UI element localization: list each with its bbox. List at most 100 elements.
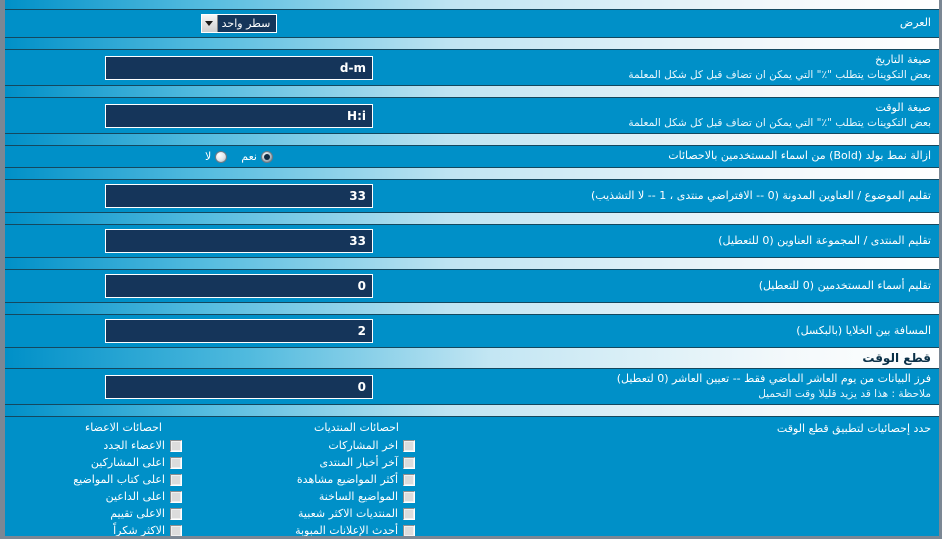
row-time-format-label: صيغة الوقت: [875, 101, 931, 115]
row-time-format-control: H:i: [5, 100, 473, 132]
radio-checked-icon[interactable]: [261, 150, 273, 163]
row-cell-spacing-label-cell: المسافة بين الخلايا (بالبكسل): [473, 321, 939, 342]
checkbox-forum-latest-news[interactable]: آخر أخبار المنتدى: [240, 456, 473, 469]
row-trim-topic-titles-control: 33: [5, 180, 473, 212]
row-trim-topic-titles-label: تقليم الموضوع / العناوين المدونة (0 -- ا…: [591, 188, 931, 202]
row-sort-data: فرز البيانات من يوم العاشر الماضي فقط --…: [5, 369, 939, 405]
row-trim-usernames-label-cell: تقليم أسماء المستخدمين (0 للتعطيل): [473, 276, 939, 297]
divider: [5, 167, 939, 181]
stats-column-forums-title: احصائات المنتديات: [314, 421, 399, 435]
checkbox-forum-hot-topics-label: المواضيع الساخنة: [318, 490, 398, 504]
checkbox-forum-most-viewed[interactable]: أكثر المواضيع مشاهدة: [240, 473, 473, 486]
row-display-label: العرض: [899, 16, 931, 30]
checkbox-unchecked-icon[interactable]: [403, 473, 415, 486]
divider: [5, 37, 939, 50]
checkbox-member-new-members-label: الاعضاء الجدد: [103, 439, 165, 453]
row-display-control: سطر واحد: [5, 10, 473, 37]
checkbox-unchecked-icon[interactable]: [403, 490, 415, 503]
checkbox-unchecked-icon[interactable]: [170, 439, 182, 452]
row-time-format-sub: بعض التكوينات يتطلب "٪" التي يمكن ان تضا…: [628, 116, 931, 129]
checkbox-forum-latest-news-label: آخر أخبار المنتدى: [319, 456, 398, 470]
row-trim-usernames-control: 0: [5, 270, 473, 302]
sort-data-input[interactable]: 0: [105, 374, 373, 399]
checkbox-forum-latest-classifieds-label: أحدث الإعلانات المبوبة: [295, 524, 398, 538]
divider: [5, 302, 939, 316]
row-date-format-control: d-m: [5, 52, 473, 84]
checkbox-member-most-thanked-label: الاكثر شكراً: [113, 524, 165, 538]
checkbox-unchecked-icon[interactable]: [170, 456, 182, 469]
checkbox-unchecked-icon[interactable]: [170, 507, 182, 520]
row-cell-spacing-control: 2: [5, 315, 473, 347]
checkbox-member-new-members[interactable]: الاعضاء الجدد: [7, 439, 240, 452]
checkbox-forum-most-popular[interactable]: المنتديات الاكثر شعبية: [240, 507, 473, 520]
checkbox-forum-most-popular-label: المنتديات الاكثر شعبية: [298, 507, 398, 521]
row-time-format-label-cell: صيغة الوقت بعض التكوينات يتطلب "٪" التي …: [473, 98, 939, 133]
checkbox-member-top-rated[interactable]: الاعلى تقييم: [7, 507, 240, 520]
row-trim-usernames: تقليم أسماء المستخدمين (0 للتعطيل) 0: [5, 270, 939, 303]
checkbox-unchecked-icon[interactable]: [170, 473, 182, 486]
checkbox-member-top-topic-writers[interactable]: اعلى كتاب المواضيع: [7, 473, 240, 486]
checkbox-member-top-inviters-label: اعلى الداعين: [105, 490, 165, 504]
trim-topic-titles-input[interactable]: 33: [105, 184, 373, 209]
stats-note: حدد إحصائيات لتطبيق قطع الوقت: [776, 422, 931, 436]
row-time-format: صيغة الوقت بعض التكوينات يتطلب "٪" التي …: [5, 98, 939, 134]
row-trim-forum-titles: تقليم المنتدى / المجموعة العناوين (0 للت…: [5, 225, 939, 258]
checkbox-unchecked-icon[interactable]: [403, 507, 415, 520]
row-cell-spacing-label: المسافة بين الخلايا (بالبكسل): [796, 323, 931, 337]
row-trim-forum-titles-label-cell: تقليم المنتدى / المجموعة العناوين (0 للت…: [473, 231, 939, 252]
row-trim-topic-titles-label-cell: تقليم الموضوع / العناوين المدونة (0 -- ا…: [473, 186, 939, 207]
divider: [5, 257, 939, 271]
checkbox-unchecked-icon[interactable]: [403, 456, 415, 469]
row-sort-data-label: فرز البيانات من يوم العاشر الماضي فقط --…: [616, 372, 931, 386]
section-header-time-cut: قطع الوقت: [5, 347, 939, 370]
checkbox-forum-hot-topics[interactable]: المواضيع الساخنة: [240, 490, 473, 503]
checkbox-forum-latest-posts[interactable]: اخر المشاركات: [240, 439, 473, 452]
row-remove-bold-label-cell: ازالة نمط بولد (Bold) من اسماء المستخدمي…: [473, 146, 939, 167]
checkbox-forum-latest-posts-label: اخر المشاركات: [328, 439, 398, 453]
remove-bold-radio-no-label: لا: [205, 150, 212, 164]
stats-column-members: احصائات الاعضاء الاعضاء الجدد اعلى المشا…: [7, 419, 240, 538]
checkbox-member-top-posters[interactable]: اعلى المشاركين: [7, 456, 240, 469]
row-trim-forum-titles-control: 33: [5, 225, 473, 257]
radio-unchecked-icon[interactable]: [215, 150, 228, 163]
row-date-format: صيغة التاريخ بعض التكوينات يتطلب "٪" الت…: [5, 50, 939, 86]
row-date-format-label-cell: صيغة التاريخ بعض التكوينات يتطلب "٪" الت…: [473, 50, 939, 85]
checkbox-member-top-rated-label: الاعلى تقييم: [110, 507, 165, 521]
row-date-format-sub: بعض التكوينات يتطلب "٪" التي يمكن ان تضا…: [628, 68, 931, 81]
time-format-input[interactable]: H:i: [105, 103, 373, 128]
stats-column-forums: احصائات المنتديات اخر المشاركات آخر أخبا…: [240, 419, 473, 538]
checkbox-unchecked-icon[interactable]: [403, 524, 415, 536]
checkbox-unchecked-icon[interactable]: [403, 439, 415, 452]
row-sort-data-control: 0: [5, 371, 473, 403]
row-sort-data-label-cell: فرز البيانات من يوم العاشر الماضي فقط --…: [473, 369, 939, 404]
row-trim-topic-titles: تقليم الموضوع / العناوين المدونة (0 -- ا…: [5, 180, 939, 213]
trim-forum-titles-input[interactable]: 33: [105, 229, 373, 254]
trim-usernames-input[interactable]: 0: [105, 274, 373, 299]
checkbox-forum-latest-classifieds[interactable]: أحدث الإعلانات المبوبة: [240, 524, 473, 538]
remove-bold-radio-group: نعم لا: [205, 150, 273, 163]
row-sort-data-sub: ملاحظة : هذا قد يزيد قليلا وقت التحميل: [758, 387, 931, 400]
checkbox-member-top-inviters[interactable]: اعلى الداعين: [7, 490, 240, 503]
top-divider: [5, 0, 939, 10]
divider: [5, 85, 939, 99]
date-format-input[interactable]: d-m: [105, 55, 373, 80]
checkbox-unchecked-icon[interactable]: [170, 490, 182, 503]
checkbox-member-top-topic-writers-label: اعلى كتاب المواضيع: [73, 473, 165, 487]
checkbox-member-most-thanked[interactable]: الاكثر شكراً: [7, 524, 240, 538]
settings-panel: العرض سطر واحد صيغة التاريخ بعض التكوينا…: [0, 0, 942, 539]
checkbox-forum-most-viewed-label: أكثر المواضيع مشاهدة: [296, 473, 398, 487]
row-trim-forum-titles-label: تقليم المنتدى / المجموعة العناوين (0 للت…: [718, 233, 931, 247]
row-remove-bold: ازالة نمط بولد (Bold) من اسماء المستخدمي…: [5, 146, 939, 168]
remove-bold-radio-no[interactable]: لا: [205, 150, 228, 164]
cell-spacing-input[interactable]: 2: [105, 319, 373, 344]
chevron-down-icon[interactable]: [201, 15, 218, 32]
display-mode-select-value: سطر واحد: [221, 17, 271, 30]
display-mode-select[interactable]: سطر واحد: [200, 14, 278, 33]
section-header-time-cut-title: قطع الوقت: [862, 351, 931, 366]
checkbox-unchecked-icon[interactable]: [170, 524, 182, 536]
remove-bold-radio-yes[interactable]: نعم: [241, 150, 273, 163]
checkbox-member-top-posters-label: اعلى المشاركين: [90, 456, 165, 470]
divider: [5, 133, 939, 147]
row-cell-spacing: المسافة بين الخلايا (بالبكسل) 2: [5, 315, 939, 348]
divider: [5, 404, 939, 418]
